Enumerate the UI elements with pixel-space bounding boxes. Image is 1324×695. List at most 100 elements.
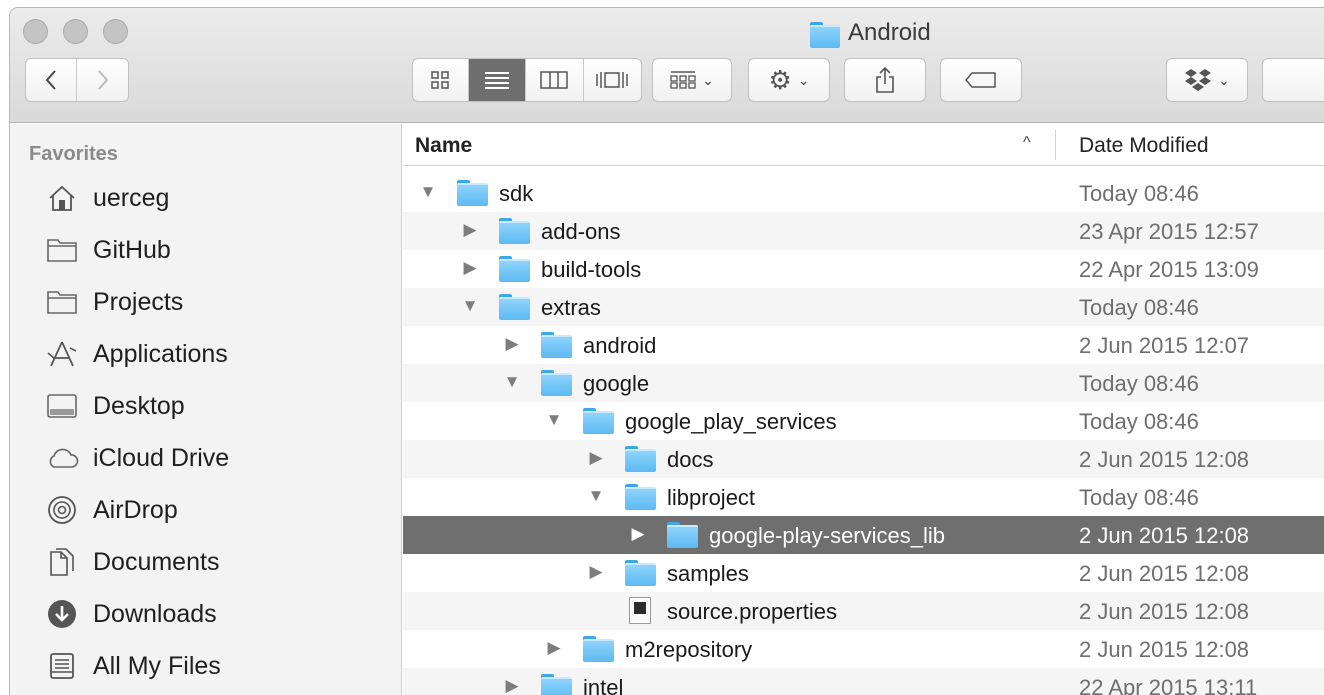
column-divider[interactable] xyxy=(1055,130,1056,160)
file-row[interactable]: ▶ m2repository 2 Jun 2015 12:08 xyxy=(403,630,1324,668)
finder-window: Android ⌄ ⚙ ⌄ ⌄ Favorites uerceg GitHub … xyxy=(9,7,1324,695)
date-modified-column-header[interactable]: Date Modified xyxy=(1079,134,1209,158)
zoom-window-button[interactable] xyxy=(103,19,128,44)
back-button[interactable] xyxy=(26,59,78,101)
file-row[interactable]: ▶ build-tools 22 Apr 2015 13:09 xyxy=(403,250,1324,288)
disclosure-open-icon[interactable]: ▼ xyxy=(587,486,605,506)
list-view-button[interactable] xyxy=(468,59,527,101)
disclosure-open-icon[interactable]: ▼ xyxy=(419,182,437,202)
disclosure-closed-icon[interactable]: ▶ xyxy=(503,676,521,695)
folder-icon xyxy=(45,233,79,267)
file-row[interactable]: ▼ google Today 08:46 xyxy=(403,364,1324,402)
sidebar-item-all-my-files[interactable]: All My Files xyxy=(45,644,385,688)
folder-icon xyxy=(810,22,840,48)
file-name: intel xyxy=(583,675,624,695)
columns-icon xyxy=(540,71,569,89)
file-row[interactable]: ▶ android 2 Jun 2015 12:07 xyxy=(403,326,1324,364)
disclosure-closed-icon[interactable]: ▶ xyxy=(545,638,563,658)
share-icon xyxy=(876,66,894,93)
sidebar-item-documents[interactable]: Documents xyxy=(45,540,385,584)
file-row[interactable]: ▼ sdk Today 08:46 xyxy=(403,174,1324,212)
sidebar-item-applications[interactable]: Applications xyxy=(45,332,385,376)
sidebar-item-label: iCloud Drive xyxy=(93,443,230,472)
toolbar: Android ⌄ ⚙ ⌄ ⌄ xyxy=(10,8,1324,123)
disclosure-open-icon[interactable]: ▼ xyxy=(461,296,479,316)
file-row[interactable]: ▶ add-ons 23 Apr 2015 12:57 xyxy=(403,212,1324,250)
disclosure-closed-icon[interactable]: ▶ xyxy=(461,258,479,278)
disclosure-closed-icon[interactable]: ▶ xyxy=(461,220,479,240)
icon-view-button[interactable] xyxy=(413,59,469,101)
folder-icon xyxy=(499,218,530,244)
close-window-button[interactable] xyxy=(23,19,48,44)
file-row[interactable]: ▶ docs 2 Jun 2015 12:08 xyxy=(403,440,1324,478)
file-row[interactable]: ▼ google_play_services Today 08:46 xyxy=(403,402,1324,440)
sidebar-item-downloads[interactable]: Downloads xyxy=(45,592,385,636)
sidebar-item-desktop[interactable]: Desktop xyxy=(45,384,385,428)
disclosure-closed-icon[interactable]: ▶ xyxy=(629,524,647,544)
downloads-icon xyxy=(45,597,79,631)
file-name: google xyxy=(583,371,650,396)
folder-icon xyxy=(499,256,530,282)
tag-icon xyxy=(965,72,996,88)
file-list: Name ^ Date Modified ▼ sdk Today 08:46 ▶ add… xyxy=(403,124,1324,695)
sidebar-heading: Favorites xyxy=(29,143,118,165)
disclosure-closed-icon[interactable]: ▶ xyxy=(587,448,605,468)
share-button[interactable] xyxy=(844,58,926,102)
file-row[interactable]: ▼ extras Today 08:46 xyxy=(403,288,1324,326)
disclosure-open-icon[interactable]: ▼ xyxy=(503,372,521,392)
file-row[interactable]: ▶ google-play-services_lib 2 Jun 2015 12:0… xyxy=(403,516,1324,554)
file-row[interactable]: ▶ samples 2 Jun 2015 12:08 xyxy=(403,554,1324,592)
edit-tags-button[interactable] xyxy=(940,58,1022,102)
disclosure-closed-icon[interactable]: ▶ xyxy=(587,562,605,582)
file-name: sdk xyxy=(499,181,534,206)
file-date-modified: Today 08:46 xyxy=(1079,295,1199,320)
action-button[interactable]: ⚙ ⌄ xyxy=(748,58,830,102)
sidebar-item-uerceg[interactable]: uerceg xyxy=(45,176,385,220)
column-view-button[interactable] xyxy=(526,59,584,101)
file-date-modified: Today 08:46 xyxy=(1079,371,1199,396)
file-row[interactable]: ▶ intel 22 Apr 2015 13:11 xyxy=(403,668,1324,695)
grid-icon xyxy=(431,71,449,89)
folder-icon xyxy=(667,522,698,548)
file-name: android xyxy=(583,333,657,358)
chevron-down-icon: ⌄ xyxy=(702,71,714,88)
applications-icon xyxy=(45,337,79,371)
arrange-button[interactable]: ⌄ xyxy=(652,58,732,102)
sidebar-item-label: Projects xyxy=(93,287,184,316)
sidebar-item-airdrop[interactable]: AirDrop xyxy=(45,488,385,532)
file-name: samples xyxy=(667,561,749,586)
file-date-modified: 23 Apr 2015 12:57 xyxy=(1079,219,1259,244)
file-name: docs xyxy=(667,447,714,472)
search-field[interactable] xyxy=(1262,58,1324,102)
folder-icon xyxy=(583,636,614,662)
chevron-right-icon xyxy=(97,70,108,90)
file-date-modified: 2 Jun 2015 12:08 xyxy=(1079,447,1250,472)
sidebar-item-label: All My Files xyxy=(93,651,221,680)
file-name: build-tools xyxy=(541,257,642,282)
view-mode-control xyxy=(412,58,642,102)
dropbox-button[interactable]: ⌄ xyxy=(1166,58,1248,102)
disclosure-open-icon[interactable]: ▼ xyxy=(545,410,563,430)
forward-button[interactable] xyxy=(77,59,128,101)
file-date-modified: Today 08:46 xyxy=(1079,181,1199,206)
cover-flow-view-button[interactable] xyxy=(584,59,641,101)
file-date-modified: 22 Apr 2015 13:09 xyxy=(1079,257,1259,282)
file-row[interactable]: source.properties 2 Jun 2015 12:08 xyxy=(403,592,1324,630)
window-title: Android xyxy=(810,18,931,48)
folder-icon xyxy=(625,446,656,472)
file-date-modified: 2 Jun 2015 12:08 xyxy=(1079,599,1250,624)
disclosure-closed-icon[interactable]: ▶ xyxy=(503,334,521,354)
window-title-label: Android xyxy=(848,19,931,46)
file-date-modified: 2 Jun 2015 12:08 xyxy=(1079,637,1250,662)
sidebar-item-projects[interactable]: Projects xyxy=(45,280,385,324)
sort-ascending-icon: ^ xyxy=(1023,134,1031,151)
file-icon xyxy=(629,597,651,624)
back-forward-control xyxy=(25,58,129,102)
name-column-header[interactable]: Name xyxy=(415,134,472,158)
minimize-window-button[interactable] xyxy=(63,19,88,44)
sidebar-item-label: uerceg xyxy=(93,183,170,212)
home-icon xyxy=(45,181,79,215)
file-row[interactable]: ▼ libproject Today 08:46 xyxy=(403,478,1324,516)
sidebar-item-github[interactable]: GitHub xyxy=(45,228,385,272)
sidebar-item-icloud-drive[interactable]: iCloud Drive xyxy=(45,436,385,480)
